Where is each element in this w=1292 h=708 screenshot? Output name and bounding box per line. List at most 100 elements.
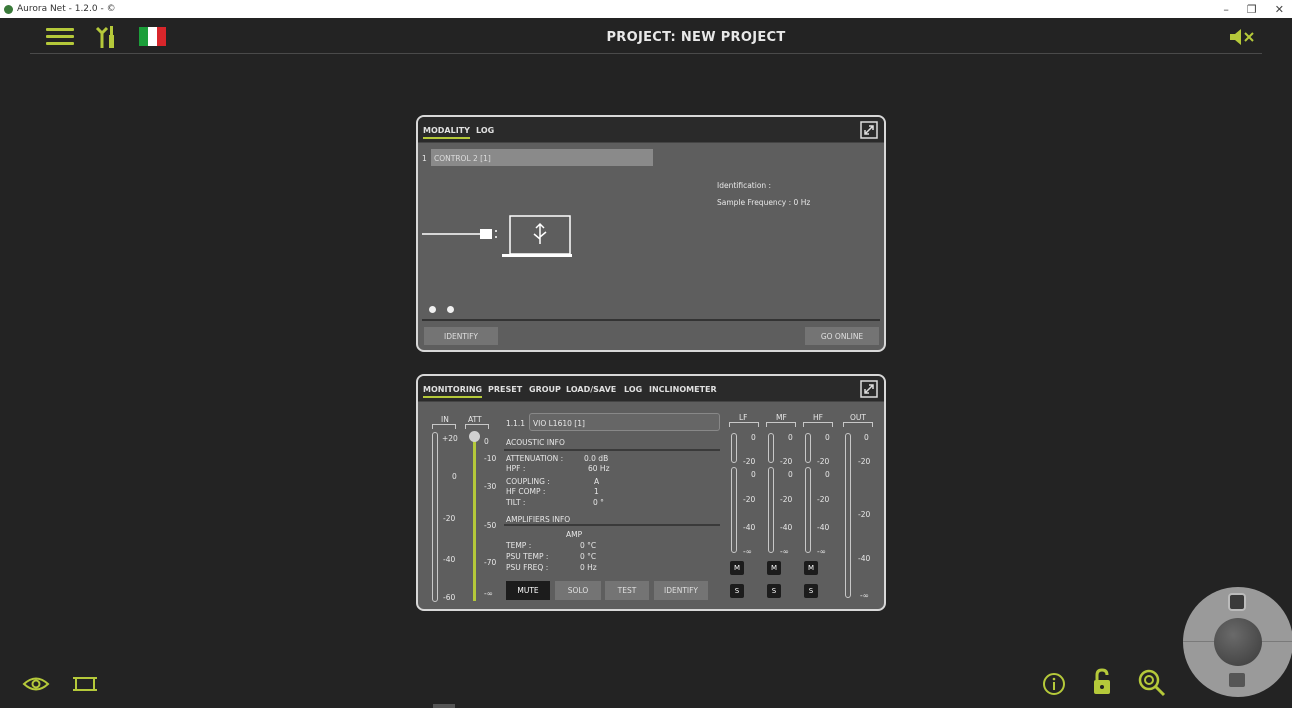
hpf-value: 60 Hz	[588, 464, 610, 473]
minimize-button[interactable]: –	[1223, 3, 1229, 16]
amplifiers-divider	[504, 524, 720, 526]
tab-group[interactable]: GROUP	[529, 385, 561, 394]
tilt-value: 0 °	[593, 498, 604, 507]
tab-preset[interactable]: PRESET	[488, 385, 522, 394]
device-name: VIO L1610 [1]	[533, 419, 585, 428]
joystick-control[interactable]	[1183, 587, 1292, 697]
fit-screen-icon[interactable]	[72, 674, 98, 694]
in-scale-0: 0	[452, 472, 457, 481]
psu-temp-value: 0 °C	[580, 552, 597, 561]
go-online-button[interactable]: GO ONLINE	[805, 327, 879, 345]
page-dot-1[interactable]	[429, 306, 436, 313]
hf-bracket	[803, 422, 833, 427]
header-divider	[30, 53, 1262, 54]
tab-log[interactable]: LOG	[476, 126, 494, 135]
hf-scale: 0	[825, 433, 830, 442]
out-scale: 0	[864, 433, 869, 442]
identify-button[interactable]: IDENTIFY	[654, 581, 708, 600]
expand-icon[interactable]	[860, 121, 878, 139]
window-titlebar: Aurora Net - 1.2.0 - © – ❐ ✕	[0, 0, 1292, 18]
lf-meter-top	[731, 433, 737, 463]
lf-scale: 0	[751, 470, 756, 479]
expand-icon[interactable]	[860, 380, 878, 398]
mf-scale: -20	[780, 495, 793, 504]
mf-solo-button[interactable]: S	[767, 584, 781, 598]
mf-label: MF	[776, 413, 787, 422]
mf-meter-top	[768, 433, 774, 463]
hf-meter-top	[805, 433, 811, 463]
zoom-icon[interactable]	[1137, 668, 1167, 698]
hf-comp-value: 1	[594, 487, 599, 496]
panel-divider	[422, 319, 880, 321]
attenuation-slider-handle[interactable]	[469, 431, 480, 442]
solo-button[interactable]: SOLO	[555, 581, 601, 600]
tab-load-save[interactable]: LOAD/SAVE	[566, 385, 616, 394]
app-icon	[4, 4, 13, 14]
attenuation-slider-track[interactable]	[473, 438, 476, 601]
device-name: CONTROL 2 [1]	[434, 154, 491, 163]
maximize-button[interactable]: ❐	[1247, 3, 1257, 16]
tab-inclinometer[interactable]: INCLINOMETER	[649, 385, 717, 394]
mute-button[interactable]: MUTE	[506, 581, 550, 600]
attenuation-label: ATTENUATION :	[506, 454, 564, 463]
hf-solo-button[interactable]: S	[804, 584, 818, 598]
hf-scale: -40	[817, 523, 830, 532]
joystick-knob[interactable]	[1214, 618, 1262, 666]
monitoring-panel: MONITORING PRESET GROUP LOAD/SAVE LOG IN…	[416, 374, 886, 611]
in-scale-20: +20	[442, 434, 458, 443]
psu-freq-value: 0 Hz	[580, 563, 597, 572]
acoustic-divider	[504, 449, 720, 451]
psu-temp-label: PSU TEMP :	[506, 552, 549, 561]
lf-mute-button[interactable]: M	[730, 561, 744, 575]
test-button[interactable]: TEST	[605, 581, 649, 600]
att-scale-0: 0	[484, 437, 489, 446]
monitoring-panel-header: MONITORING PRESET GROUP LOAD/SAVE LOG IN…	[418, 376, 884, 402]
temp-value: 0 °C	[580, 541, 597, 550]
lf-bracket	[729, 422, 759, 427]
speaker-mute-icon[interactable]	[1228, 27, 1256, 47]
in-scale-m40: -40	[443, 555, 456, 564]
mf-scale: 0	[788, 470, 793, 479]
device-name-field[interactable]: CONTROL 2 [1]	[431, 149, 653, 166]
close-button[interactable]: ✕	[1275, 3, 1284, 16]
info-icon[interactable]	[1042, 672, 1066, 696]
lf-solo-button[interactable]: S	[730, 584, 744, 598]
tab-modality[interactable]: MODALITY	[423, 126, 470, 139]
out-scale: -20	[858, 510, 871, 519]
unlock-icon[interactable]	[1092, 668, 1112, 696]
identify-button[interactable]: IDENTIFY	[424, 327, 498, 345]
mf-scale: 0	[788, 433, 793, 442]
hf-scale: -20	[817, 457, 830, 466]
page-dot-2[interactable]	[447, 306, 454, 313]
coupling-label: COUPLING :	[506, 477, 550, 486]
mf-scale: -∞	[780, 547, 789, 556]
tab-log[interactable]: LOG	[624, 385, 642, 394]
att-bracket	[465, 424, 489, 429]
att-scale-inf: -∞	[484, 589, 493, 598]
psu-freq-label: PSU FREQ :	[506, 563, 549, 572]
eye-icon[interactable]	[22, 675, 50, 693]
speaker-cluster-icon[interactable]	[1229, 673, 1245, 687]
in-label: IN	[441, 415, 449, 424]
tab-monitoring[interactable]: MONITORING	[423, 385, 483, 398]
speaker-icon[interactable]	[1228, 593, 1246, 611]
mf-bracket	[766, 422, 796, 427]
hf-mute-button[interactable]: M	[804, 561, 818, 575]
mf-scale: -40	[780, 523, 793, 532]
lf-scale: -20	[743, 457, 756, 466]
identification-label: Identification :	[717, 181, 772, 190]
mf-mute-button[interactable]: M	[767, 561, 781, 575]
hpf-label: HPF :	[506, 464, 526, 473]
out-scale: -40	[858, 554, 871, 563]
device-name-field[interactable]: VIO L1610 [1]	[529, 413, 720, 431]
att-scale-m70: -70	[484, 558, 497, 567]
out-bracket	[843, 422, 873, 427]
hf-scale: -20	[817, 495, 830, 504]
mf-meter-bottom	[768, 467, 774, 553]
att-scale-m30: -30	[484, 482, 497, 491]
lf-scale: 0	[751, 433, 756, 442]
hf-label: HF	[813, 413, 823, 422]
mf-scale: -20	[780, 457, 793, 466]
coupling-value: A	[594, 477, 600, 486]
lf-scale: -40	[743, 523, 756, 532]
